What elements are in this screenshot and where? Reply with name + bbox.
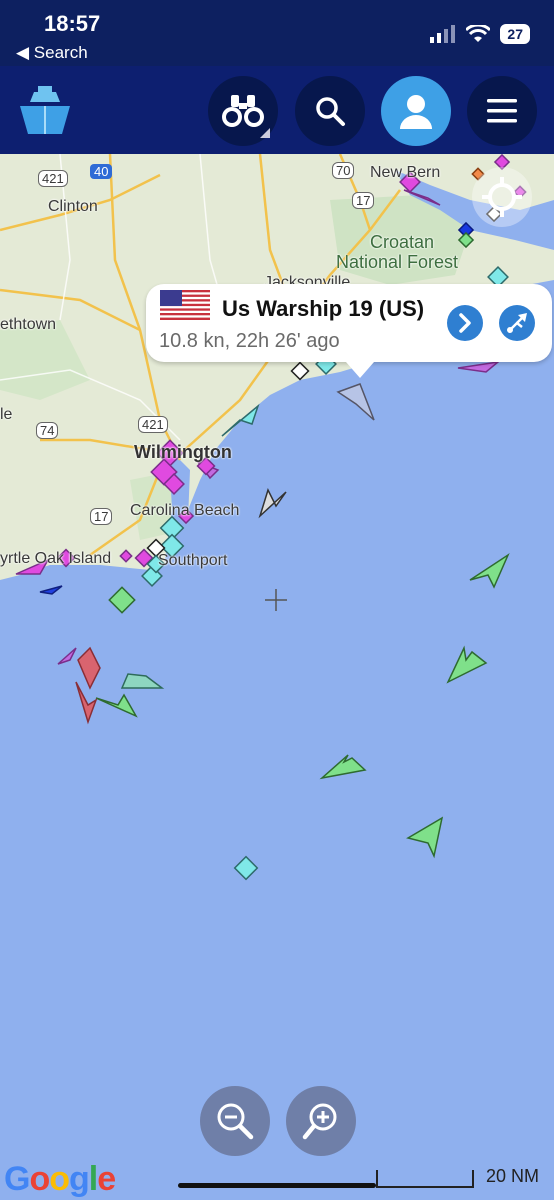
road-shield: 74 <box>36 422 59 439</box>
place-label-carolina-beach: Carolina Beach <box>130 502 240 519</box>
road-shield: 70 <box>332 162 355 179</box>
zoom-out-button[interactable] <box>200 1086 270 1156</box>
search-icon <box>316 97 345 126</box>
ship-logo-icon[interactable] <box>16 80 74 138</box>
zoom-in-button[interactable] <box>286 1086 356 1156</box>
place-label-wilmington: Wilmington <box>134 442 232 462</box>
chevron-right-icon <box>459 313 471 333</box>
road-shield: 421 <box>38 170 68 187</box>
road-shield: 17 <box>90 508 113 525</box>
vessel-speed-time: 10.8 kn, 22h 26' ago <box>159 330 340 352</box>
place-label-elizabethtown: ethtown <box>0 316 57 333</box>
locate-me-icon <box>472 167 532 227</box>
app-header <box>0 66 554 154</box>
map-scale-label: 20 NM <box>486 1166 540 1186</box>
zoom-out-icon <box>217 1103 254 1140</box>
status-time: 18:57 <box>44 11 101 36</box>
road-shield: 421 <box>138 416 168 433</box>
place-label-southport: Southport <box>158 552 228 569</box>
vessel-name[interactable]: Us Warship 19 (US) <box>222 296 424 322</box>
user-icon <box>400 95 432 129</box>
status-bar: 18:57 ◀ Search 27 <box>0 0 554 66</box>
place-label-new-bern: New Bern <box>370 164 441 181</box>
google-logo: Google <box>4 1160 116 1198</box>
interstate-shield: 40 <box>90 164 113 179</box>
binoculars-button[interactable] <box>208 76 278 146</box>
us-flag-icon <box>160 290 210 320</box>
signal-icon <box>430 25 456 43</box>
binoculars-icon <box>222 95 264 127</box>
vessel-details-button[interactable] <box>447 305 483 341</box>
vessel-callout[interactable]: Us Warship 19 (US) 10.8 kn, 22h 26' ago <box>146 284 552 378</box>
home-indicator[interactable] <box>178 1183 376 1188</box>
wifi-icon <box>466 25 491 42</box>
place-label-clinton: Clinton <box>48 198 98 215</box>
zoom-in-icon <box>302 1103 337 1140</box>
place-label-national-forest: National Forest <box>336 252 459 272</box>
profile-button[interactable] <box>381 76 451 146</box>
place-label-le: le <box>0 406 13 423</box>
vessel-route-button[interactable] <box>499 305 535 341</box>
search-button[interactable] <box>295 76 365 146</box>
road-shield: 17 <box>352 192 375 209</box>
place-label-croatan: Croatan <box>370 232 435 252</box>
menu-icon <box>487 99 517 123</box>
menu-button[interactable] <box>467 76 537 146</box>
place-label-oak-island: yrtle Oak Island <box>0 550 112 567</box>
back-to-search-link[interactable]: ◀ Search <box>16 43 88 63</box>
battery-indicator: 27 <box>500 24 530 44</box>
map-scale-bar <box>376 1170 474 1188</box>
dropdown-corner-icon <box>260 128 270 138</box>
status-icons: 27 <box>430 24 530 44</box>
route-icon <box>507 313 527 333</box>
